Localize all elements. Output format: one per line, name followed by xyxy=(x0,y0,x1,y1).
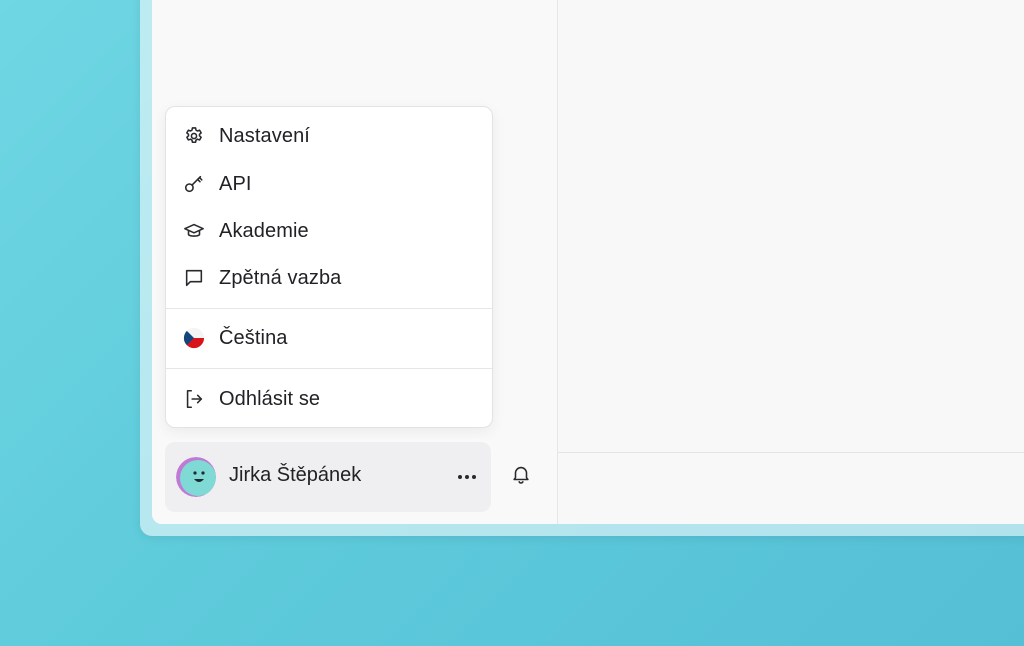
menu-item-feedback[interactable]: Zpětná vazba xyxy=(166,256,492,300)
menu-divider xyxy=(166,368,492,369)
menu-item-academy[interactable]: Akademie xyxy=(166,209,492,253)
logout-icon xyxy=(183,388,205,410)
key-icon xyxy=(183,173,205,195)
graduation-cap-icon xyxy=(183,220,205,242)
czech-flag-icon xyxy=(183,327,205,349)
message-square-icon xyxy=(183,267,205,289)
menu-item-label: Zpětná vazba xyxy=(219,266,342,289)
more-horizontal-icon[interactable] xyxy=(455,465,479,489)
gear-icon xyxy=(183,125,205,147)
menu-item-label: Akademie xyxy=(219,219,309,242)
menu-item-settings[interactable]: Nastavení xyxy=(166,114,492,158)
notifications-button[interactable] xyxy=(507,462,535,490)
menu-item-language[interactable]: Čeština xyxy=(166,316,492,360)
main-footer-divider xyxy=(558,452,1024,453)
menu-item-label: API xyxy=(219,172,252,195)
menu-item-label: Odhlásit se xyxy=(219,387,321,410)
user-profile-button[interactable]: Jirka Štěpánek xyxy=(165,442,491,512)
avatar xyxy=(176,457,216,497)
user-menu: Nastavení API Akademie Zpětná vazba Češt… xyxy=(165,106,493,428)
bell-icon xyxy=(510,463,532,490)
menu-item-api[interactable]: API xyxy=(166,162,492,206)
menu-item-label: Čeština xyxy=(219,326,288,349)
menu-item-logout[interactable]: Odhlásit se xyxy=(166,377,492,421)
menu-divider xyxy=(166,308,492,309)
menu-item-label: Nastavení xyxy=(219,124,310,147)
user-name: Jirka Štěpánek xyxy=(229,464,362,486)
main-panel xyxy=(558,0,1024,524)
